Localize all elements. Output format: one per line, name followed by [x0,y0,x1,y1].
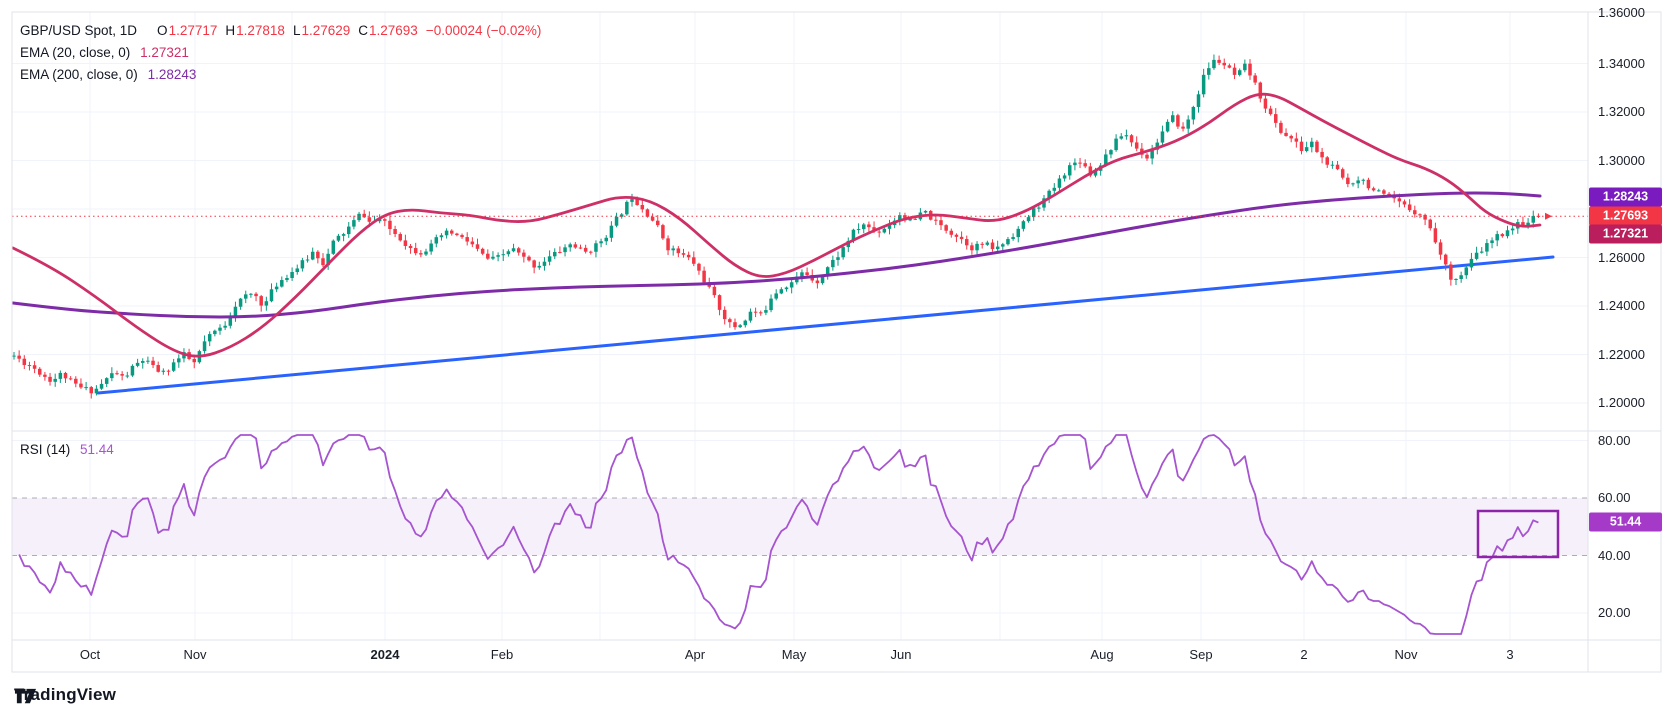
tradingview-chart-widget: GBP/USD Spot, 1D O1.27717 H1.27818 L1.27629… [0,0,1675,718]
price-pane-legend: GBP/USD Spot, 1D O1.27717 H1.27818 L1.27629… [20,20,541,86]
axis-tick-label: 20.00 [1598,605,1631,620]
axis-tick-label: 1.24000 [1598,298,1645,313]
axis-tick-label: 1.20000 [1598,395,1645,410]
price-badge: 51.44 [1589,512,1662,532]
time-tick-label: Feb [490,647,514,662]
ohlc-number: 1.27629 [301,23,351,38]
axis-tick-label: 1.30000 [1598,152,1645,168]
time-tick-label: May [781,647,807,662]
time-tick-label: Nov [183,647,207,662]
axis-tick-label: 1.34000 [1598,55,1645,71]
time-tick-label: Sep [1189,647,1213,662]
symbol-legend-row[interactable]: GBP/USD Spot, 1D O1.27717 H1.27818 L1.27629… [20,20,541,42]
axis-tick-label: 1.22000 [1598,346,1645,362]
price-badge: 1.27693 [1589,206,1662,226]
chart-canvas[interactable] [0,0,1675,718]
rsi-band [12,497,1588,556]
ohlc-number: 1.27818 [236,23,285,38]
tradingview-attribution-link[interactable]: TradingView [14,685,116,705]
ema20-legend-row[interactable]: EMA (20, close, 0) 1.27321 [20,42,541,64]
axis-tick-label: 60.00 [1598,490,1631,505]
axis-tick-label: 1.32000 [1598,104,1645,119]
price-badge: 1.27321 [1589,224,1662,244]
tradingview-logo-icon [14,688,37,704]
rsi-label: RSI (14) [20,442,71,457]
time-tick-label: Nov [1394,647,1418,662]
ohlc-letter: H [225,23,236,38]
time-tick-label: Aug [1090,647,1114,662]
time-tick-label: Oct [79,647,101,662]
ema200-value: 1.28243 [147,67,197,82]
time-tick-label: 3 [1506,647,1514,662]
ohlc-number: 1.27717 [168,23,218,38]
price-badge: 1.28243 [1589,187,1662,207]
ohlc-letter: O [157,23,168,38]
last-price-arrow [1545,212,1552,220]
rsi-legend-row[interactable]: RSI (14) 51.44 [20,441,114,459]
time-tick-label: Jun [890,647,912,662]
time-tick-label: 2 [1300,647,1308,662]
change-value: −0.00024 (−0.02%) [425,23,542,38]
ohlc-number: 1.27693 [369,23,418,38]
time-tick-label: Apr [684,647,706,662]
candles-layer [12,54,1541,399]
pane-separators [11,11,1662,673]
axis-tick-label: 80.00 [1598,432,1631,448]
ema20-value: 1.27321 [140,45,189,60]
axis-tick-label: 1.36000 [1598,5,1645,20]
axis-tick-label: 1.26000 [1598,249,1645,265]
ema200-legend-row[interactable]: EMA (200, close, 0) 1.28243 [20,64,541,86]
ohlc-letter: C [358,23,369,38]
symbol-title: GBP/USD Spot, 1D [20,23,138,38]
ema200-label: EMA (200, close, 0) [20,67,138,82]
ema20-label: EMA (20, close, 0) [20,45,131,60]
rsi-value: 51.44 [80,442,114,457]
axis-tick-label: 40.00 [1598,547,1631,563]
ohlc-values: O1.27717 H1.27818 L1.27629 C1.27693 [149,23,418,38]
time-tick-label: 2024 [370,647,400,662]
ohlc-letter: L [292,23,301,38]
